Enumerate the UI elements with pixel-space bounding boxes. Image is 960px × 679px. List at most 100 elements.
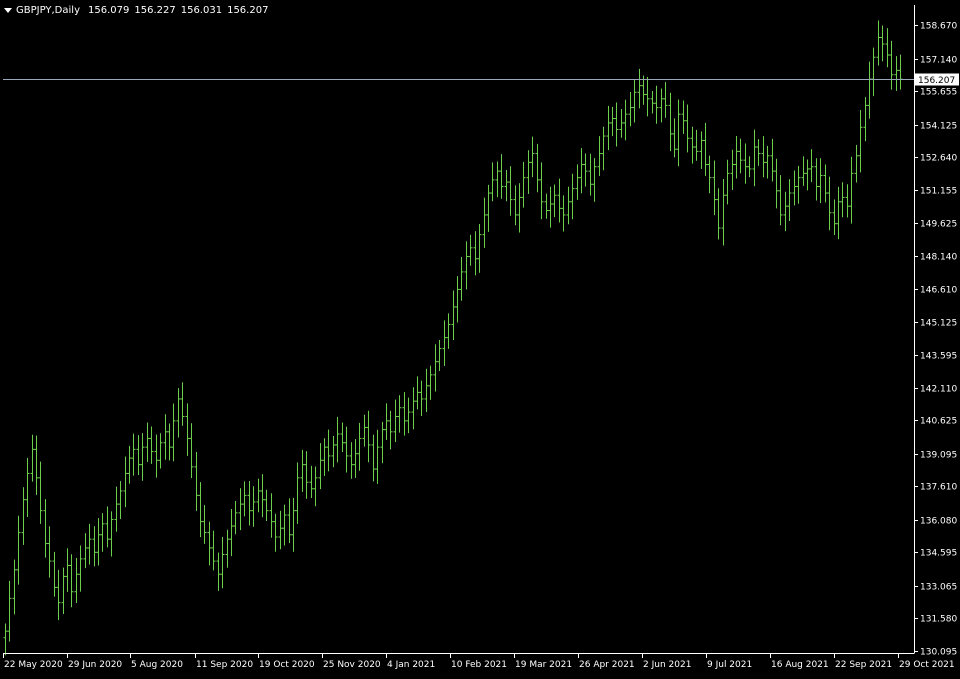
price-bar: [118, 481, 123, 519]
price-bar: [220, 536, 225, 589]
price-bar: [233, 501, 238, 535]
price-bar: [548, 186, 553, 228]
price-bar: [526, 150, 531, 194]
price-bar: [770, 138, 775, 182]
price-bar: [83, 533, 88, 569]
price-bar: [331, 435, 336, 468]
price-bar: [34, 435, 39, 495]
price-bar: [654, 85, 659, 124]
price-bar: [30, 434, 35, 482]
price-bar: [849, 156, 854, 224]
y-tick-label: 131.580: [920, 615, 957, 625]
price-bar: [131, 433, 136, 476]
price-chart[interactable]: 158.670 157.140 155.655 154.125 152.640 151.1…: [0, 0, 960, 675]
price-bar: [402, 392, 407, 436]
y-tick-label: 142.110: [920, 385, 957, 395]
y-tick-label: 133.065: [920, 583, 957, 593]
price-bar: [623, 99, 628, 141]
price-bar: [499, 154, 504, 199]
price-bar: [114, 486, 119, 532]
x-tick-label: 22 Sep 2021: [835, 660, 892, 670]
price-bar: [787, 179, 792, 221]
high-value: 156.227: [134, 4, 176, 16]
price-bar: [282, 504, 287, 546]
price-bar: [100, 513, 105, 552]
price-bar: [552, 184, 557, 218]
price-bar: [149, 426, 154, 464]
current-price-label: 156.207: [918, 76, 955, 86]
price-bar: [734, 136, 739, 179]
price-bar: [517, 183, 522, 233]
price-bar: [260, 474, 265, 518]
price-bar: [123, 456, 128, 508]
price-bar: [495, 161, 500, 198]
time-axis: 22 May 2020 29 Jun 2020 5 Aug 2020 11 Sep 2…: [3, 653, 955, 670]
price-bar: [357, 422, 362, 471]
price-bar: [225, 529, 230, 568]
price-bar: [681, 100, 686, 134]
price-bar: [583, 153, 588, 187]
x-tick-label: 11 Sep 2020: [196, 660, 253, 670]
price-bar: [809, 149, 814, 183]
price-bar: [778, 175, 783, 226]
price-bar: [566, 186, 571, 225]
y-tick-label: 145.125: [920, 319, 957, 329]
price-bar: [703, 122, 708, 176]
price-bar: [21, 487, 26, 545]
price-bar: [384, 403, 389, 440]
price-bar: [251, 486, 256, 527]
x-tick-label: 19 Oct 2020: [259, 660, 315, 670]
price-bar: [47, 526, 52, 578]
price-bar: [371, 434, 376, 482]
price-bar: [628, 91, 633, 127]
x-tick-label: 29 Jun 2020: [68, 660, 122, 670]
price-bar: [353, 439, 358, 478]
y-tick-label: 140.625: [920, 417, 957, 427]
price-bar: [309, 465, 314, 499]
price-bar: [645, 76, 650, 117]
price-bar: [406, 397, 411, 434]
price-bar: [707, 155, 712, 194]
y-tick-label: 157.140: [920, 56, 957, 66]
price-bar: [889, 40, 894, 90]
price-bar: [69, 554, 74, 608]
price-bar: [544, 193, 549, 219]
chart-window[interactable]: GBPJPY,Daily 156.079 156.227 156.031 156…: [0, 0, 960, 675]
price-bar: [871, 47, 876, 97]
price-bar: [3, 623, 8, 656]
y-tick-label: 152.640: [920, 154, 957, 164]
price-bar: [863, 97, 868, 142]
price-bar: [672, 118, 677, 158]
price-bar: [796, 165, 801, 204]
price-bar: [145, 422, 150, 462]
price-bar: [65, 548, 70, 592]
price-bar: [832, 199, 837, 235]
y-tick-label: 137.610: [920, 483, 957, 493]
price-bar: [38, 461, 43, 524]
price-bar: [433, 344, 438, 392]
price-bar: [242, 481, 247, 517]
price-bar: [747, 156, 752, 178]
price-bar: [269, 493, 274, 538]
price-bar: [614, 102, 619, 147]
price-bar: [92, 526, 97, 567]
price-bar: [805, 159, 810, 191]
price-bar: [840, 182, 845, 218]
price-bar: [109, 511, 114, 557]
price-bar: [136, 435, 141, 475]
x-tick-label: 19 Mar 2021: [515, 660, 572, 670]
price-bar: [597, 136, 602, 176]
price-bar: [513, 185, 518, 226]
dropdown-arrow-icon[interactable]: [4, 7, 12, 13]
price-bar: [380, 421, 385, 464]
price-bar: [194, 451, 199, 511]
price-bar: [247, 480, 252, 526]
price-bar: [845, 184, 850, 218]
y-tick-label: 139.095: [920, 451, 957, 461]
price-bar: [411, 387, 416, 430]
x-tick-label: 4 Jan 2021: [387, 660, 435, 670]
y-tick-label: 143.595: [920, 352, 957, 362]
price-bar: [894, 56, 899, 91]
current-price-line-group: 156.207: [3, 73, 959, 86]
price-bar: [721, 178, 726, 246]
